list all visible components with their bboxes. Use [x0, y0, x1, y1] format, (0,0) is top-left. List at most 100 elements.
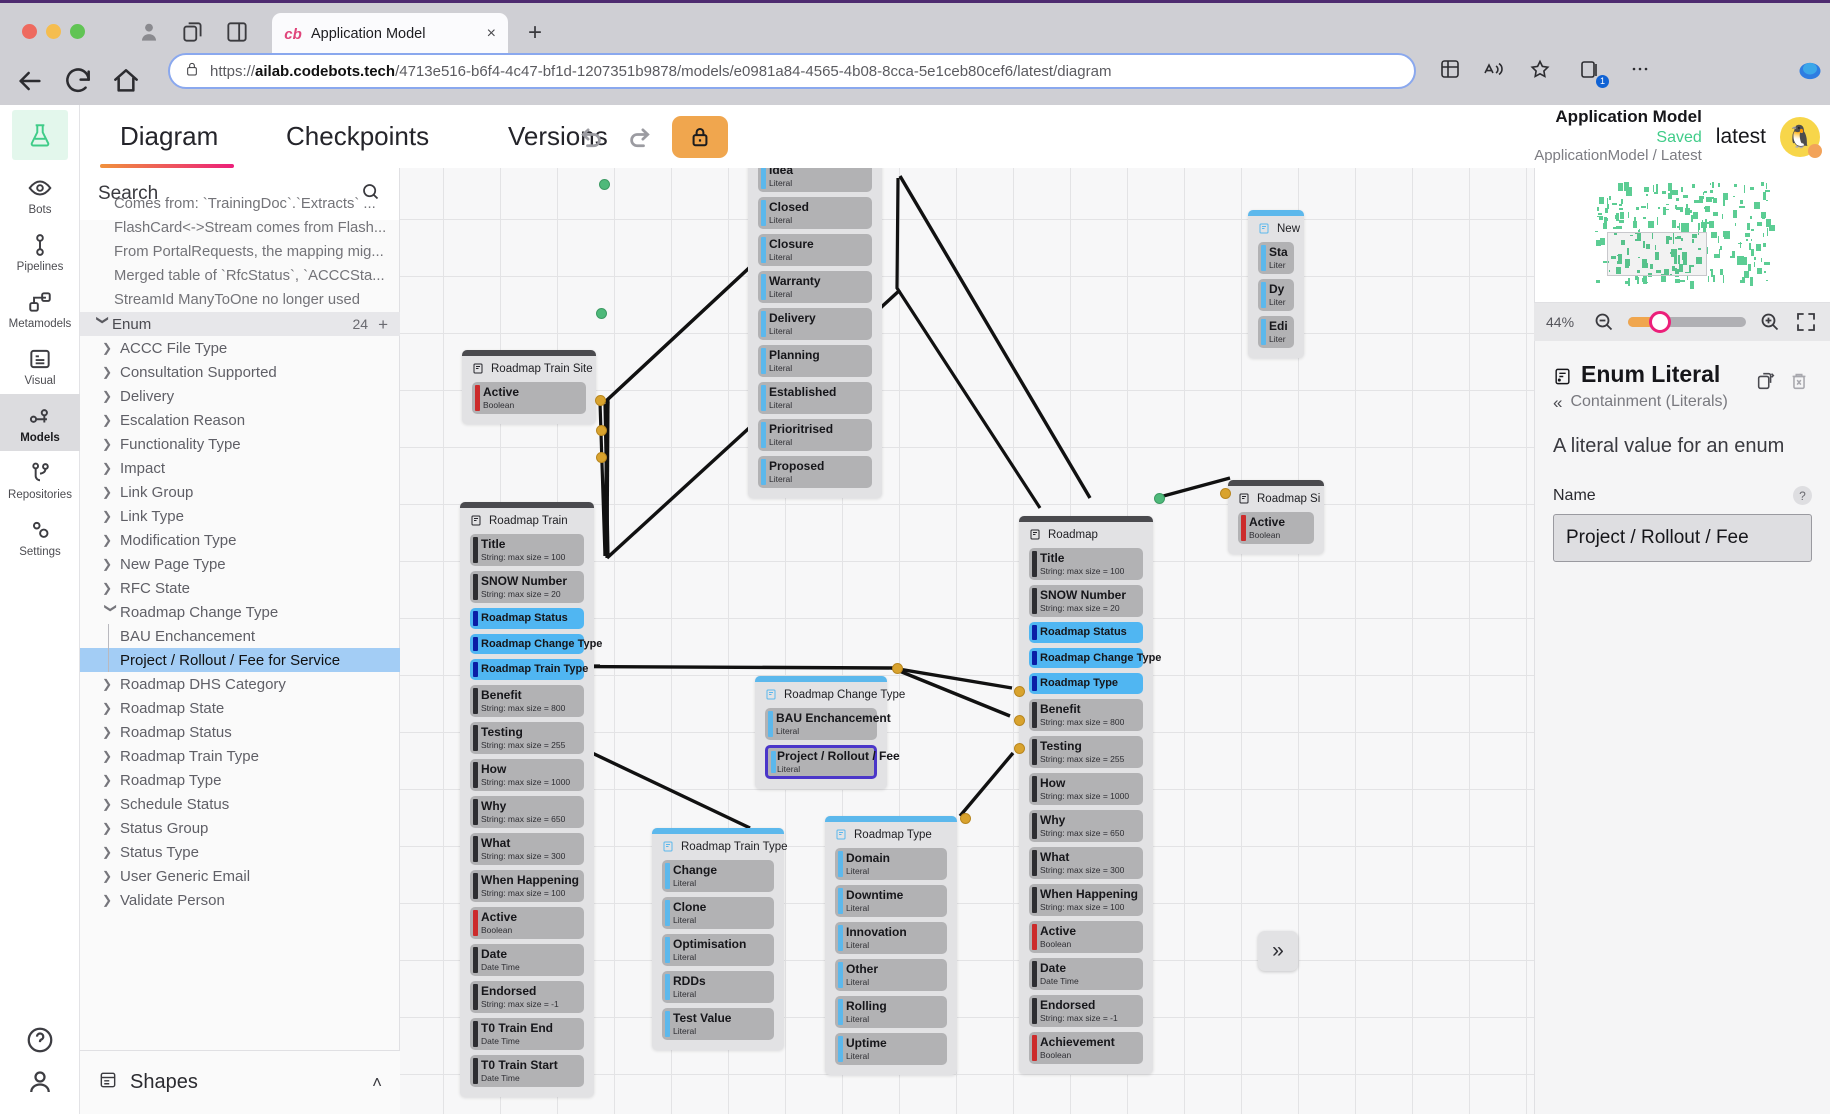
tree-item-roadmap-type[interactable]: ❯Roadmap Type — [80, 768, 400, 792]
profile-icon[interactable] — [136, 19, 162, 45]
copilot-icon[interactable] — [1796, 57, 1824, 85]
node-row[interactable]: Date Date Time — [1029, 958, 1143, 990]
tab-diagram[interactable]: Diagram — [120, 105, 218, 168]
tree-item-roadmap-dhs-category[interactable]: ❯Roadmap DHS Category — [80, 672, 400, 696]
node-roadmap-train[interactable]: Roadmap Train Title String: max size = 1… — [460, 502, 594, 1097]
node-row[interactable]: Established Literal — [758, 382, 872, 414]
node-row[interactable]: Roadmap Status — [470, 608, 584, 629]
minimap-viewport[interactable] — [1607, 232, 1707, 276]
node-row[interactable]: Uptime Literal — [835, 1033, 947, 1065]
close-window-button[interactable] — [22, 24, 37, 39]
name-field[interactable] — [1553, 514, 1812, 562]
node-port[interactable] — [1220, 488, 1231, 499]
node-row[interactable]: When Happening String: max size = 100 — [1029, 884, 1143, 916]
node-row[interactable]: Idea Literal — [758, 168, 872, 192]
node-port[interactable] — [595, 395, 606, 406]
node-new-page-type-enum[interactable]: New Sta Liter Dy Liter Edi Liter — [1248, 210, 1304, 358]
node-row[interactable]: How String: max size = 1000 — [1029, 773, 1143, 805]
tree-item-new-page-type[interactable]: ❯New Page Type — [80, 552, 400, 576]
node-row[interactable]: Innovation Literal — [835, 922, 947, 954]
node-roadmap-train-type[interactable]: Roadmap Train Type Change Literal Clone … — [652, 828, 784, 1050]
node-row[interactable]: Edi Liter — [1258, 316, 1294, 348]
tree-item-roadmap-train-type[interactable]: ❯Roadmap Train Type — [80, 744, 400, 768]
rail-item-metamodels[interactable]: Metamodels — [0, 280, 80, 337]
zoom-in-icon[interactable] — [1758, 310, 1782, 334]
tree-item-rfc-state[interactable]: ❯RFC State — [80, 576, 400, 600]
node-row[interactable]: Roadmap Type — [1029, 673, 1143, 694]
node-row[interactable]: Title String: max size = 100 — [470, 534, 584, 566]
node-row[interactable]: BAU Enchancement Literal — [765, 708, 877, 740]
tree-item-roadmap-state[interactable]: ❯Roadmap State — [80, 696, 400, 720]
home-button[interactable] — [110, 65, 142, 97]
new-tab-button[interactable]: + — [528, 21, 542, 45]
node-row[interactable]: Title String: max size = 100 — [1029, 548, 1143, 580]
add-enum-icon[interactable]: + — [378, 316, 400, 333]
help-icon[interactable]: ? — [1793, 486, 1812, 505]
node-row[interactable]: SNOW Number String: max size = 20 — [470, 571, 584, 603]
tab-checkpoints[interactable]: Checkpoints — [286, 105, 429, 168]
tree-item-status-type[interactable]: ❯Status Type — [80, 840, 400, 864]
node-port[interactable] — [599, 179, 610, 190]
zoom-slider[interactable] — [1628, 317, 1746, 327]
node-row[interactable]: Planning Literal — [758, 345, 872, 377]
tree-item-delivery[interactable]: ❯Delivery — [80, 384, 400, 408]
reload-button[interactable] — [62, 65, 94, 97]
delete-icon[interactable] — [1788, 365, 1812, 389]
node-port[interactable] — [1014, 715, 1025, 726]
node-row[interactable]: T0 Train Start Date Time — [470, 1055, 584, 1087]
node-row[interactable]: Warranty Literal — [758, 271, 872, 303]
lock-diagram-button[interactable] — [672, 116, 728, 158]
tree-item-schedule-status[interactable]: ❯Schedule Status — [80, 792, 400, 816]
rail-item-models[interactable]: Models — [0, 394, 80, 451]
node-row[interactable]: Rolling Literal — [835, 996, 947, 1028]
duplicate-icon[interactable] — [1755, 365, 1779, 389]
split-view-icon[interactable] — [224, 19, 250, 45]
node-row[interactable]: T0 Train End Date Time — [470, 1018, 584, 1050]
read-aloud-icon[interactable] — [1482, 57, 1510, 85]
chevron-up-icon[interactable]: ˄ — [372, 1073, 382, 1093]
rail-item-pipelines[interactable]: Pipelines — [0, 223, 80, 280]
tree-item-link-group[interactable]: ❯Link Group — [80, 480, 400, 504]
more-options-icon[interactable] — [1628, 57, 1656, 85]
expand-right-panel-button[interactable]: » — [1258, 931, 1298, 971]
shapes-panel-toggle[interactable]: Shapes ˄ — [80, 1050, 400, 1114]
tree-note[interactable]: FlashCard<->Stream comes from Flash... — [80, 216, 400, 240]
tree-item-modification-type[interactable]: ❯Modification Type — [80, 528, 400, 552]
node-port[interactable] — [1014, 743, 1025, 754]
tree-item-impact[interactable]: ❯Impact — [80, 456, 400, 480]
node-row[interactable]: Downtime Literal — [835, 885, 947, 917]
node-row[interactable]: Roadmap Train Type — [470, 659, 584, 680]
tree-item-consultation-supported[interactable]: ❯Consultation Supported — [80, 360, 400, 384]
node-port[interactable] — [1014, 686, 1025, 697]
tree-group-enum[interactable]: ❯Enum24+ — [80, 312, 400, 336]
rail-item-settings[interactable]: Settings — [0, 508, 80, 565]
tree-item-roadmap-change-type[interactable]: ❯Roadmap Change Type — [80, 600, 400, 624]
redo-button[interactable] — [626, 122, 656, 152]
minimap[interactable] — [1534, 168, 1830, 303]
node-row[interactable]: RDDs Literal — [662, 971, 774, 1003]
node-roadmap-train-site[interactable]: Roadmap Train Site Active Boolean — [462, 350, 596, 424]
node-port[interactable] — [596, 425, 607, 436]
node-row[interactable]: Testing String: max size = 255 — [470, 722, 584, 754]
node-row[interactable]: How String: max size = 1000 — [470, 759, 584, 791]
tree-item-status-group[interactable]: ❯Status Group — [80, 816, 400, 840]
apps-grid-icon[interactable] — [1438, 57, 1466, 85]
node-row[interactable]: Active Boolean — [470, 907, 584, 939]
tree-note[interactable]: Merged table of `RfcStatus`, `ACCCSta... — [80, 264, 400, 288]
node-row[interactable]: Project / Rollout / Fee Literal — [765, 745, 877, 779]
tree-leaf[interactable]: Project / Rollout / Fee for Service — [80, 648, 400, 672]
avatar[interactable]: 🐧 — [1780, 117, 1820, 157]
tree-leaf[interactable]: BAU Enchancement — [80, 624, 400, 648]
tree-note[interactable]: From PortalRequests, the mapping mig... — [80, 240, 400, 264]
tree-item-link-type[interactable]: ❯Link Type — [80, 504, 400, 528]
maximize-window-button[interactable] — [70, 24, 85, 39]
node-port[interactable] — [892, 663, 903, 674]
node-row[interactable]: Why String: max size = 650 — [1029, 810, 1143, 842]
version-label[interactable]: latest — [1716, 125, 1766, 149]
node-row[interactable]: Achievement Boolean — [1029, 1032, 1143, 1064]
zoom-slider-knob[interactable] — [1649, 311, 1671, 333]
node-row[interactable]: Prioritrised Literal — [758, 419, 872, 451]
node-row[interactable]: What String: max size = 300 — [1029, 847, 1143, 879]
node-row[interactable]: Active Boolean — [1238, 512, 1314, 544]
tab-groups-icon[interactable] — [180, 19, 206, 45]
